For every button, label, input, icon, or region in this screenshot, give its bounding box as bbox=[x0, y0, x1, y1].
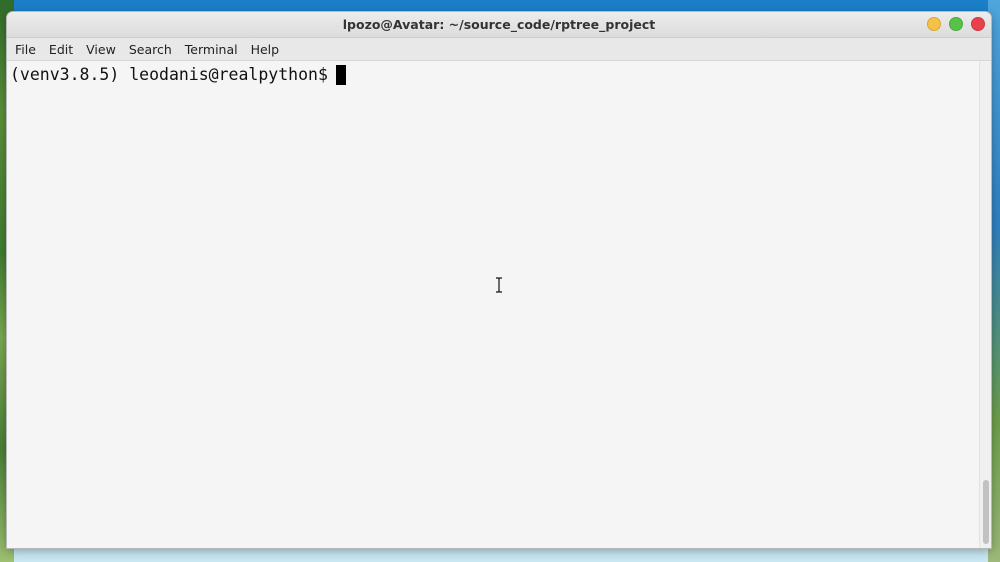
menu-terminal[interactable]: Terminal bbox=[179, 40, 244, 59]
desktop-background: lpozo@Avatar: ~/source_code/rptree_proje… bbox=[0, 0, 1000, 562]
title-bar[interactable]: lpozo@Avatar: ~/source_code/rptree_proje… bbox=[7, 12, 991, 38]
menu-file[interactable]: File bbox=[9, 40, 42, 59]
close-button[interactable] bbox=[971, 17, 985, 31]
shell-prompt: (venv3.8.5) leodanis@realpython$ bbox=[10, 65, 328, 84]
window-title: lpozo@Avatar: ~/source_code/rptree_proje… bbox=[342, 17, 656, 32]
menu-help[interactable]: Help bbox=[245, 40, 286, 59]
window-controls bbox=[927, 17, 985, 31]
scrollbar-thumb[interactable] bbox=[983, 480, 989, 544]
terminal-window: lpozo@Avatar: ~/source_code/rptree_proje… bbox=[7, 12, 991, 548]
menu-search[interactable]: Search bbox=[123, 40, 178, 59]
menu-edit[interactable]: Edit bbox=[43, 40, 79, 59]
vertical-scrollbar[interactable] bbox=[979, 61, 991, 548]
minimize-button[interactable] bbox=[927, 17, 941, 31]
text-cursor bbox=[335, 65, 346, 85]
terminal-output[interactable]: (venv3.8.5) leodanis@realpython$ bbox=[7, 61, 979, 548]
ibeam-cursor-icon bbox=[496, 277, 502, 293]
prompt-line: (venv3.8.5) leodanis@realpython$ bbox=[10, 64, 979, 86]
menu-bar: File Edit View Search Terminal Help bbox=[7, 38, 991, 61]
maximize-button[interactable] bbox=[949, 17, 963, 31]
menu-view[interactable]: View bbox=[80, 40, 122, 59]
